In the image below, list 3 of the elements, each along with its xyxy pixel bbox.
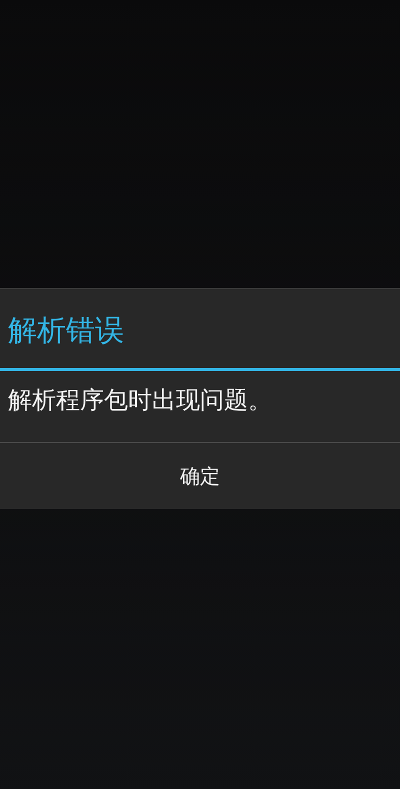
confirm-button[interactable]: 确定 [0,442,400,509]
dialog-title: 解析错误 [7,312,125,349]
dialog-message: 解析程序包时出现问题。 [7,384,273,416]
